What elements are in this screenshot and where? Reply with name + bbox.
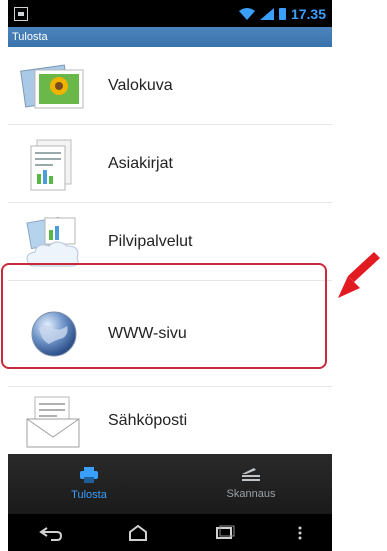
menu-item-label: WWW-sivu	[108, 324, 187, 342]
battery-icon	[278, 7, 286, 20]
menu-item-email[interactable]: Sähköposti	[8, 387, 332, 454]
cloud-services-icon	[18, 212, 90, 272]
home-icon[interactable]	[124, 524, 152, 542]
status-bar: 17.35	[8, 0, 332, 27]
menu-dots-icon[interactable]	[297, 524, 303, 542]
menu-item-label: Sähköposti	[108, 411, 188, 429]
app-title-bar: Tulosta	[8, 27, 332, 47]
status-time: 17.35	[290, 5, 326, 22]
printer-icon	[80, 467, 98, 483]
bottom-navigation: Tulosta Skannaus	[8, 454, 332, 514]
menu-item-label: Pilvipalvelut	[108, 232, 193, 250]
tab-scan[interactable]: Skannaus	[170, 454, 332, 514]
menu-item-photo[interactable]: Valokuva	[8, 47, 332, 125]
phone-screen: 17.35 Tulosta Valokuva Asiakirjat Pilvip…	[8, 0, 332, 551]
notification-icon	[14, 6, 28, 21]
print-menu-list: Valokuva Asiakirjat Pilvipalvelut WWW-si…	[8, 47, 332, 454]
tab-label: Skannaus	[226, 488, 276, 500]
recent-apps-icon[interactable]	[210, 524, 238, 542]
app-title: Tulosta	[12, 31, 48, 43]
menu-item-cloud-services[interactable]: Pilvipalvelut	[8, 203, 332, 281]
scanner-icon	[242, 468, 260, 481]
globe-icon	[18, 304, 90, 364]
documents-icon	[18, 134, 90, 194]
wifi-icon	[238, 7, 255, 20]
menu-item-label: Asiakirjat	[108, 154, 173, 172]
menu-item-label: Valokuva	[108, 76, 173, 94]
back-icon[interactable]	[37, 524, 65, 542]
tab-print[interactable]: Tulosta	[8, 454, 170, 514]
photo-icon	[18, 56, 90, 116]
menu-item-documents[interactable]: Asiakirjat	[8, 125, 332, 203]
red-arrow-icon	[338, 252, 380, 298]
android-navigation-bar	[8, 514, 332, 551]
email-icon	[18, 391, 90, 451]
status-icons: 17.35	[238, 5, 326, 22]
signal-icon	[259, 7, 274, 20]
tab-label: Tulosta	[71, 489, 107, 501]
menu-item-web-page[interactable]: WWW-sivu	[8, 281, 332, 387]
